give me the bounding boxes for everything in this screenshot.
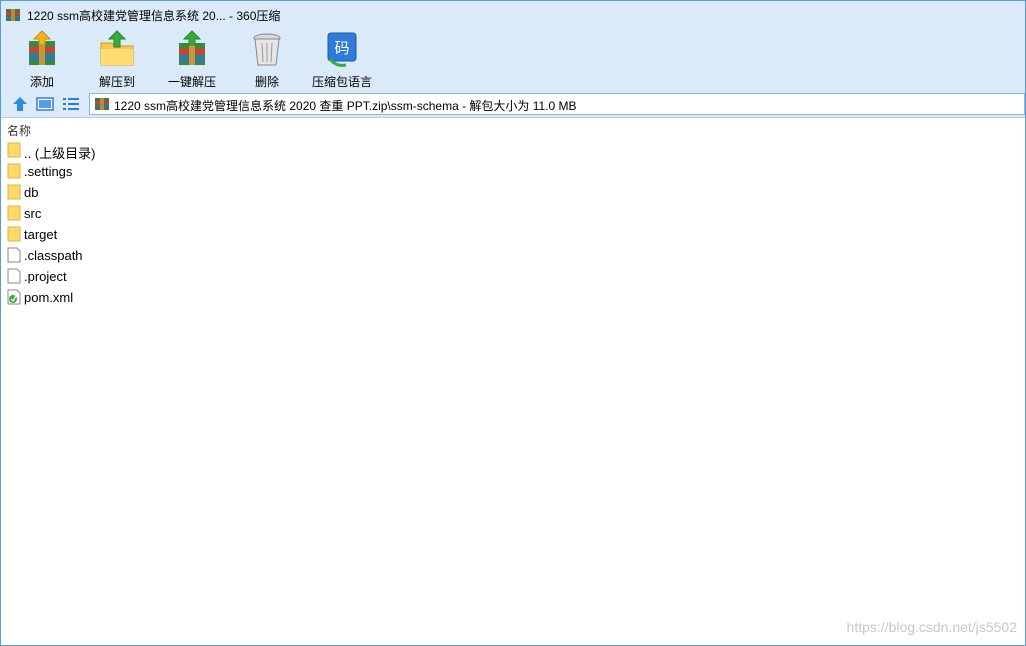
file-icon [7,268,21,284]
svg-text:码: 码 [334,39,349,57]
list-item[interactable]: pom.xml [1,287,1025,308]
archive-icon [95,98,109,110]
folder-icon [7,163,21,179]
list-item[interactable]: target [1,224,1025,245]
window-title: 1220 ssm高校建党管理信息系统 20... - 360压缩 [27,9,281,23]
add-button[interactable]: 添加 [17,29,67,89]
list-view-icon[interactable] [62,95,80,113]
list-item[interactable]: .settings [1,161,1025,182]
archive-window: 1220 ssm高校建党管理信息系统 20... - 360压缩 添加 解压到 [0,0,1026,646]
folder-icon [7,142,21,158]
trash-icon [253,33,281,66]
item-name: .classpath [24,248,83,263]
title-bar[interactable]: 1220 ssm高校建党管理信息系统 20... - 360压缩 [1,1,1025,27]
one-click-extract-icon [179,30,205,65]
delete-label: 删除 [254,75,279,89]
file-icon [7,247,21,263]
item-name: pom.xml [24,290,74,305]
address-row: 1220 ssm高校建党管理信息系统 2020 查重 PPT.zip\ssm-s… [1,91,1025,118]
extract-to-button[interactable]: 解压到 [91,29,143,89]
add-archive-icon [29,30,55,65]
item-name: target [24,227,58,242]
item-name: src [24,206,42,221]
extract-to-label: 解压到 [98,75,135,89]
watermark: https://blog.csdn.net/js5502 [846,619,1017,635]
folder-icon [7,184,21,200]
thumbnail-view-icon[interactable] [36,95,54,113]
address-path: 1220 ssm高校建党管理信息系统 2020 查重 PPT.zip\ssm-s… [114,99,577,113]
toolbar: 添加 解压到 一键解压 删除 码 压缩包语言 [1,27,1025,91]
folder-icon [7,205,21,221]
list-item[interactable]: .project [1,266,1025,287]
item-name: .. (上级目录) [24,146,96,161]
list-item[interactable]: db [1,182,1025,203]
column-header: 名称 [1,119,1025,139]
list-item[interactable]: src [1,203,1025,224]
encoding-icon: 码 [327,32,357,67]
xml-file-icon [7,289,21,305]
delete-button[interactable]: 删除 [247,29,287,89]
archive-language-button[interactable]: 码 压缩包语言 [311,29,373,89]
add-label: 添加 [29,75,54,89]
item-name: .project [24,269,67,284]
address-bar[interactable]: 1220 ssm高校建党管理信息系统 2020 查重 PPT.zip\ssm-s… [89,93,1025,115]
archive-language-label: 压缩包语言 [311,75,372,89]
list-item[interactable]: .. (上级目录) [1,140,1025,161]
one-click-extract-label: 一键解压 [167,75,216,89]
archive-app-icon [6,9,20,21]
one-click-extract-button[interactable]: 一键解压 [165,29,219,89]
item-name: db [24,185,39,200]
file-list: .. (上级目录) .settings db src target .class… [1,140,1025,308]
extract-folder-icon [100,30,134,66]
list-item[interactable]: .classpath [1,245,1025,266]
folder-icon [7,226,21,242]
name-column-header[interactable]: 名称 [7,122,31,139]
item-name: .settings [24,164,73,179]
up-arrow-icon[interactable] [11,95,29,113]
